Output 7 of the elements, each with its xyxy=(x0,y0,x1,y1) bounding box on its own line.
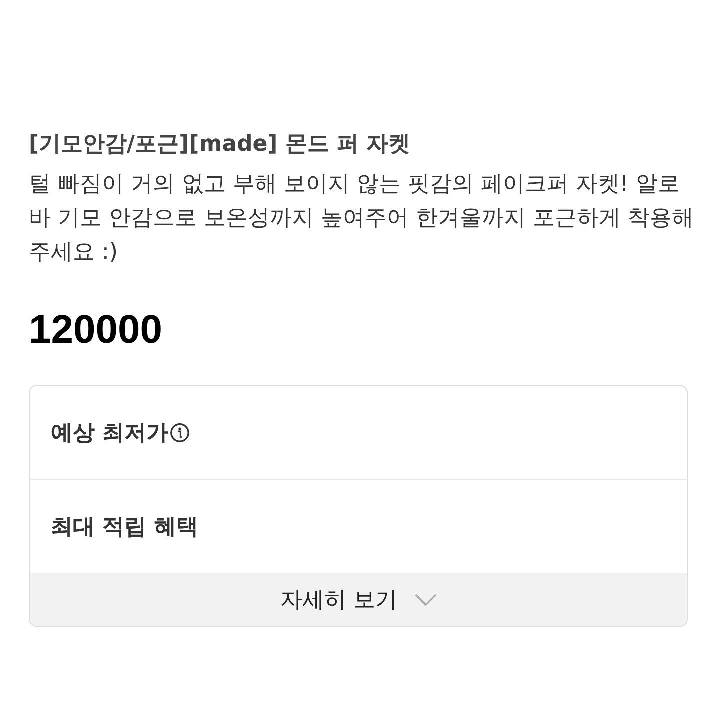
product-description: 털 빠짐이 거의 없고 부해 보이지 않는 핏감의 페이크퍼 자켓! 알로바 기모 안감으로 보온성까지 높여주어 한겨울까지 포근하게 착용해 주세요 :) xyxy=(29,171,695,267)
product-price: 120000 xyxy=(29,307,164,354)
benefit-label: 최대 적립 혜택 xyxy=(51,514,198,542)
product-title: [기모안감/포근][made] 몬드 퍼 자켓 xyxy=(29,131,412,159)
benefit-label: 예상 최저가 xyxy=(51,420,169,448)
info-icon[interactable] xyxy=(170,422,190,442)
more-button[interactable]: 자세히 보기 xyxy=(30,573,687,626)
